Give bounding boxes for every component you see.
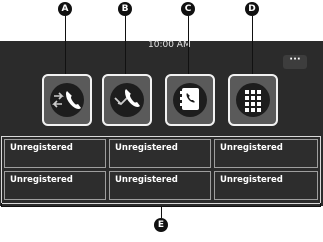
favorite-slot-3[interactable]: Unregistered xyxy=(214,139,318,168)
favorite-slot-1[interactable]: Unregistered xyxy=(4,139,106,168)
callout-c-line xyxy=(188,16,189,74)
favorite-slot-4[interactable]: Unregistered xyxy=(4,171,106,200)
contacts-button[interactable] xyxy=(165,74,215,126)
call-transfer-button[interactable] xyxy=(42,74,92,126)
callout-b: B xyxy=(118,2,132,16)
recent-calls-icon xyxy=(114,89,140,107)
favorite-slot-5[interactable]: Unregistered xyxy=(109,171,211,200)
callout-c: C xyxy=(181,2,195,16)
favorite-slot-6[interactable]: Unregistered xyxy=(214,171,318,200)
callout-a: A xyxy=(58,2,72,16)
keypad-button[interactable] xyxy=(228,74,278,126)
favorite-slot-2[interactable]: Unregistered xyxy=(109,139,211,168)
recent-calls-button[interactable] xyxy=(102,74,152,126)
more-options-button[interactable]: ··· xyxy=(283,55,307,69)
callout-b-line xyxy=(125,16,126,74)
call-transfer-icon xyxy=(52,91,81,109)
contacts-icon xyxy=(180,88,199,110)
clock-time: 10:00 AM xyxy=(148,40,191,50)
callout-a-line xyxy=(65,16,66,74)
callout-e-line xyxy=(161,206,162,218)
callout-d: D xyxy=(245,2,259,16)
keypad-icon xyxy=(245,90,261,112)
callout-e: E xyxy=(154,218,168,232)
callout-d-line xyxy=(252,16,253,74)
